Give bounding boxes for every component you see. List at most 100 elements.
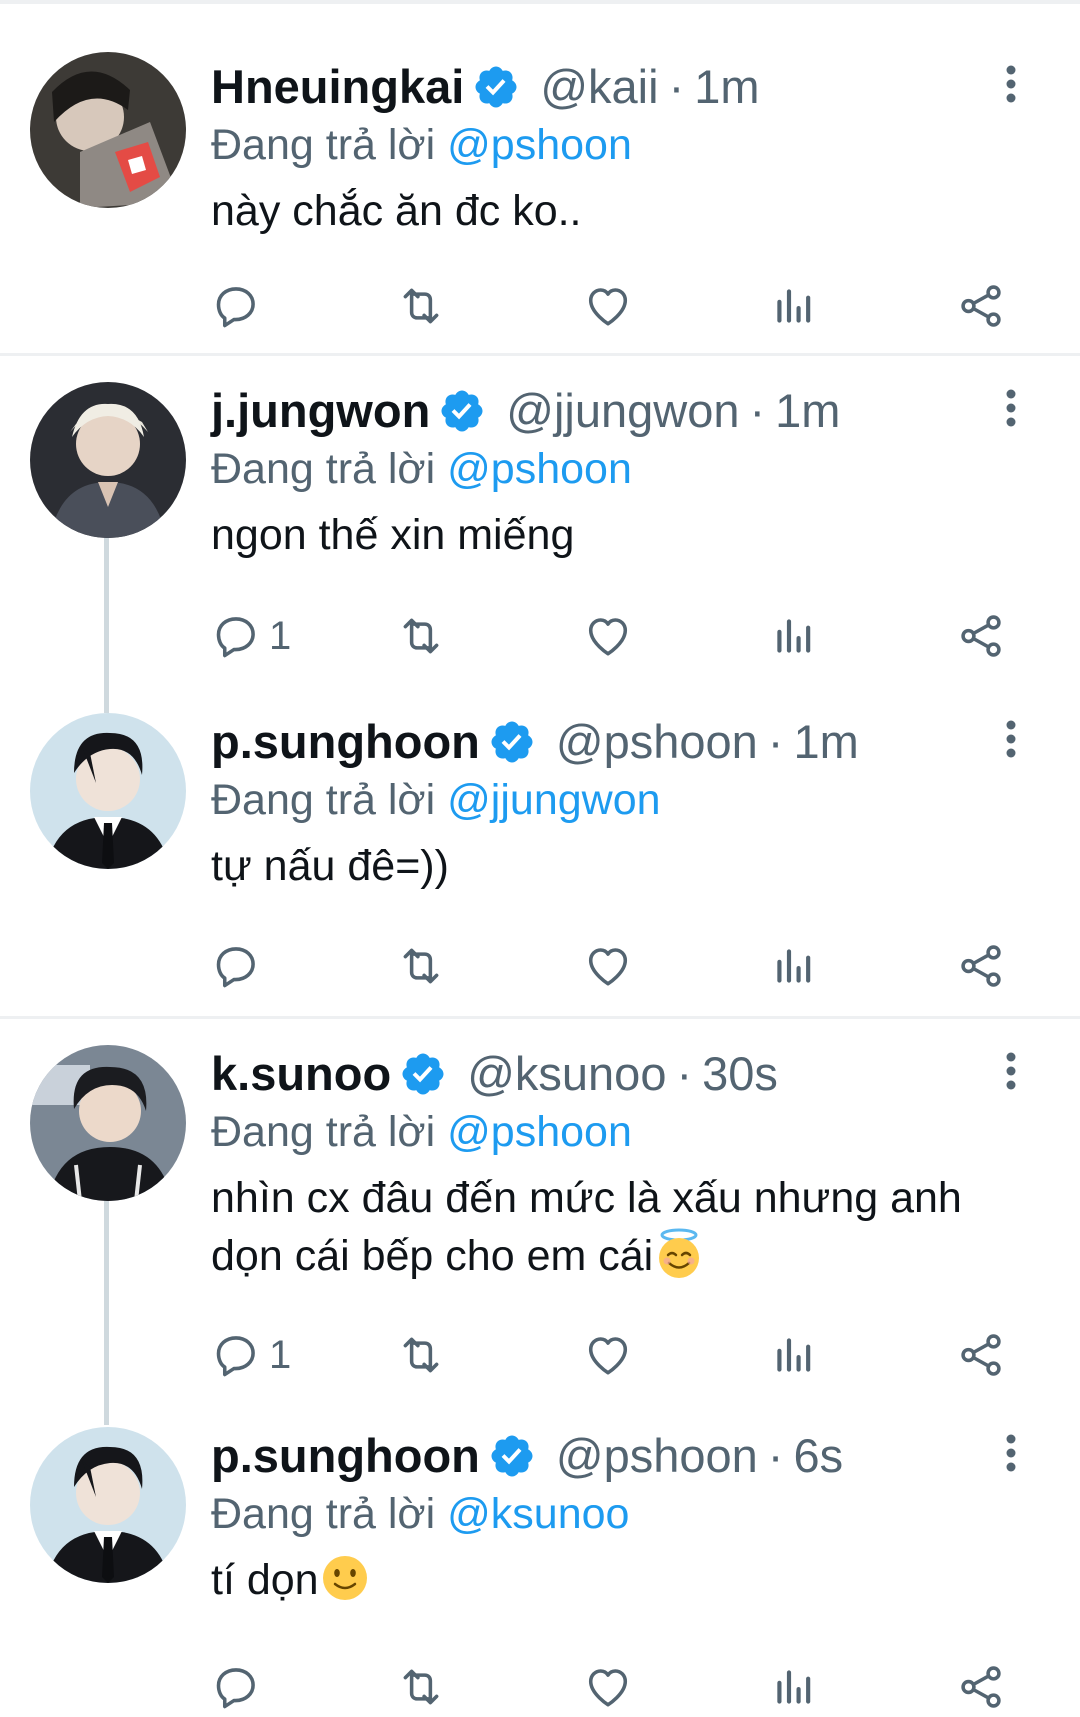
reply-button[interactable] (211, 1657, 269, 1717)
views-icon (769, 941, 819, 991)
timestamp[interactable]: 1m (775, 382, 840, 440)
handle[interactable]: @ksunoo (467, 1045, 666, 1103)
avatar[interactable] (30, 713, 186, 869)
like-button[interactable] (583, 936, 633, 996)
timestamp[interactable]: 30s (702, 1045, 778, 1103)
like-button[interactable] (583, 276, 633, 336)
like-button[interactable] (583, 1657, 633, 1717)
like-icon (583, 1330, 633, 1380)
tweet-text: ngon thế xin miếng (211, 511, 575, 559)
reply-count: 1 (269, 1332, 292, 1377)
views-icon (769, 611, 819, 661)
reply-icon (211, 611, 261, 661)
retweet-icon (396, 941, 446, 991)
views-button[interactable] (769, 606, 819, 666)
separator-dot: · (767, 715, 784, 768)
reply-icon (211, 1330, 261, 1380)
tweet-text-content: tí dọn (211, 1556, 319, 1604)
retweet-button[interactable] (396, 276, 446, 336)
share-button[interactable] (956, 1657, 1006, 1717)
action-bar (211, 936, 1011, 996)
display-name[interactable]: j.jungwon (211, 382, 430, 440)
replying-to: Đang trả lời @ksunoo (211, 1485, 1011, 1543)
timestamp[interactable]: 1m (793, 713, 858, 771)
thread-line (104, 1198, 109, 1425)
top-divider (0, 0, 1080, 4)
avatar-image (30, 1427, 186, 1583)
views-button[interactable] (769, 1657, 819, 1717)
retweet-button[interactable] (396, 606, 446, 666)
more-vertical-icon[interactable] (1005, 388, 1017, 428)
like-icon (583, 611, 633, 661)
share-button[interactable] (956, 936, 1006, 996)
retweet-button[interactable] (396, 1325, 446, 1385)
replying-to-label: Đang trả lời (211, 121, 436, 169)
verified-badge-icon (488, 718, 536, 766)
replying-to-label: Đang trả lời (211, 1108, 436, 1156)
reply-count: 1 (269, 613, 292, 658)
reply-button[interactable]: 1 (211, 606, 291, 666)
share-button[interactable] (956, 606, 1006, 666)
handle[interactable]: @pshoon (556, 713, 758, 771)
views-icon (769, 1662, 819, 1712)
reply-mention[interactable]: @pshoon (447, 1108, 632, 1156)
verified-badge-icon (488, 1432, 536, 1480)
retweet-button[interactable] (396, 1657, 446, 1717)
reply-button[interactable] (211, 276, 269, 336)
views-button[interactable] (769, 936, 819, 996)
verified-badge-icon (438, 387, 486, 435)
like-button[interactable] (583, 606, 633, 666)
more-vertical-icon[interactable] (1005, 719, 1017, 759)
display-name[interactable]: p.sunghoon (211, 1427, 480, 1485)
timestamp[interactable]: 6s (793, 1427, 843, 1485)
action-bar (211, 276, 1011, 336)
retweet-button[interactable] (396, 936, 446, 996)
separator-dot: · (749, 384, 766, 437)
replying-to-label: Đang trả lời (211, 445, 436, 493)
display-name[interactable]: Hneuingkai (211, 58, 464, 116)
reply-mention[interactable]: @ksunoo (447, 1490, 629, 1538)
more-vertical-icon[interactable] (1005, 1051, 1017, 1091)
like-icon (583, 1662, 633, 1712)
avatar-image (30, 382, 186, 538)
like-button[interactable] (583, 1325, 633, 1385)
tweet-text: này chắc ăn đc ko.. (211, 187, 582, 235)
display-name[interactable]: k.sunoo (211, 1045, 391, 1103)
share-button[interactable] (956, 1325, 1006, 1385)
avatar[interactable] (30, 1045, 186, 1201)
avatar[interactable] (30, 52, 186, 208)
views-icon (769, 1330, 819, 1380)
display-name[interactable]: p.sunghoon (211, 713, 480, 771)
more-vertical-icon[interactable] (1005, 64, 1017, 104)
views-button[interactable] (769, 276, 819, 336)
timestamp[interactable]: 1m (694, 58, 759, 116)
more-vertical-icon[interactable] (1005, 1433, 1017, 1473)
avatar[interactable] (30, 382, 186, 538)
handle[interactable]: @jjungwon (506, 382, 739, 440)
tweet-divider (0, 1016, 1080, 1019)
tweet-text: tự nấu đê=)) (211, 842, 449, 890)
reply-mention[interactable]: @jjungwon (447, 776, 660, 824)
avatar[interactable] (30, 1427, 186, 1583)
handle[interactable]: @pshoon (556, 1427, 758, 1485)
action-bar: 1 (211, 1325, 1011, 1385)
replying-to: Đang trả lời @pshoon (211, 1103, 1011, 1161)
reply-button[interactable]: 1 (211, 1325, 291, 1385)
reply-mention[interactable]: @pshoon (447, 121, 632, 169)
reply-mention[interactable]: @pshoon (447, 445, 632, 493)
tweet-text-content: nhìn cx đâu đến mức là xấu nhưng anh dọn… (211, 1174, 962, 1280)
separator-dot: · (676, 1047, 693, 1100)
handle[interactable]: @kaii (540, 58, 658, 116)
verified-badge-icon (472, 63, 520, 111)
views-button[interactable] (769, 1325, 819, 1385)
slightly-smiling-face-icon (322, 1556, 367, 1600)
separator-dot: · (767, 1429, 784, 1482)
like-icon (583, 281, 633, 331)
retweet-icon (396, 281, 446, 331)
reply-button[interactable] (211, 936, 269, 996)
like-icon (583, 941, 633, 991)
views-icon (769, 281, 819, 331)
share-button[interactable] (956, 276, 1006, 336)
share-icon (956, 281, 1006, 331)
replying-to: Đang trả lời @pshoon (211, 116, 1011, 174)
